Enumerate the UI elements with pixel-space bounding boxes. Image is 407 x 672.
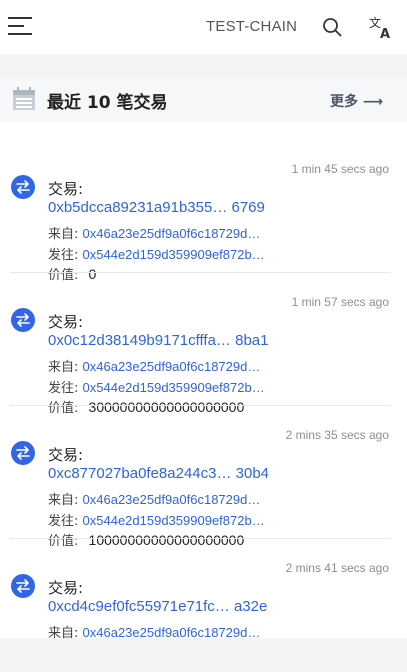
transfer-icon <box>11 175 35 199</box>
section-title: 最近 10 笔交易 <box>47 93 168 113</box>
search-icon[interactable] <box>321 16 343 38</box>
from-address-link[interactable]: 0x46a23e25df9a0f6c18729d… <box>83 492 261 507</box>
recent-transactions-card: 最近 10 笔交易 更多 ⟶ 1 min 45 secs ago 交易: 0xb… <box>0 78 407 641</box>
to-address-link[interactable]: 0x544e2d159d359909ef872b… <box>83 247 265 262</box>
transfer-icon <box>11 308 35 332</box>
from-label: 来自: <box>48 626 79 641</box>
tx-time: 1 min 57 secs ago <box>291 295 389 309</box>
tx-hash-link[interactable]: 0x0c12d38149b9171cfffa… 8ba1 <box>48 332 268 349</box>
top-bar: TEST-CHAIN 文 A <box>0 0 407 54</box>
tx-to-row: 发往: 0x544e2d159d359909ef872b… <box>48 244 265 263</box>
transaction-item[interactable]: 2 mins 35 secs ago 交易: 0xc877027ba0fe8a2… <box>0 406 407 549</box>
tx-label: 交易: <box>48 446 84 464</box>
from-label: 来自: <box>48 227 79 242</box>
tx-to-row: 发往: 0x544e2d159d359909ef872b… <box>48 377 265 396</box>
tx-time: 2 mins 35 secs ago <box>285 428 389 442</box>
tx-label: 交易: <box>48 313 84 331</box>
card-header: 最近 10 笔交易 更多 ⟶ <box>0 78 407 122</box>
to-label: 发往: <box>48 381 79 396</box>
from-address-link[interactable]: 0x46a23e25df9a0f6c18729d… <box>83 226 261 241</box>
tx-from-row: 来自: 0x46a23e25df9a0f6c18729d… <box>48 622 260 641</box>
tx-hash-link[interactable]: 0xcd4c9ef0fc55971e71fc… a32e <box>48 598 267 615</box>
tx-time: 2 mins 41 secs ago <box>285 561 389 575</box>
chain-name: TEST-CHAIN <box>206 18 298 35</box>
tx-hash-link[interactable]: 0xc877027ba0fe8a244c3… 30b4 <box>48 465 269 482</box>
tx-label: 交易: <box>48 579 84 597</box>
tx-label: 交易: <box>48 180 84 198</box>
transfer-icon <box>11 441 35 465</box>
tx-time: 1 min 45 secs ago <box>291 162 389 176</box>
from-label: 来自: <box>48 493 79 508</box>
translate-icon[interactable]: 文 A <box>368 14 394 40</box>
to-label: 发往: <box>48 514 79 529</box>
tx-from-row: 来自: 0x46a23e25df9a0f6c18729d… <box>48 356 260 375</box>
from-address-link[interactable]: 0x46a23e25df9a0f6c18729d… <box>83 625 261 640</box>
tx-from-row: 来自: 0x46a23e25df9a0f6c18729d… <box>48 223 260 242</box>
transfer-icon <box>11 574 35 598</box>
transaction-item[interactable]: 1 min 45 secs ago 交易: 0xb5dcca89231a91b3… <box>0 140 407 283</box>
calendar-icon <box>13 87 35 110</box>
from-address-link[interactable]: 0x46a23e25df9a0f6c18729d… <box>83 359 261 374</box>
tx-to-row: 发往: 0x544e2d159d359909ef872b… <box>48 510 265 529</box>
transaction-item[interactable]: 1 min 57 secs ago 交易: 0x0c12d38149b9171c… <box>0 273 407 416</box>
to-address-link[interactable]: 0x544e2d159d359909ef872b… <box>83 380 265 395</box>
menu-icon[interactable] <box>8 16 34 36</box>
tx-from-row: 来自: 0x46a23e25df9a0f6c18729d… <box>48 489 260 508</box>
tx-hash-link[interactable]: 0xb5dcca89231a91b355… 6769 <box>48 199 265 216</box>
more-link[interactable]: 更多 ⟶ <box>330 91 383 111</box>
to-address-link[interactable]: 0x544e2d159d359909ef872b… <box>83 513 265 528</box>
transaction-item[interactable]: 2 mins 41 secs ago 交易: 0xcd4c9ef0fc55971… <box>0 539 407 672</box>
svg-text:A: A <box>380 27 390 40</box>
from-label: 来自: <box>48 360 79 375</box>
to-label: 发往: <box>48 248 79 263</box>
